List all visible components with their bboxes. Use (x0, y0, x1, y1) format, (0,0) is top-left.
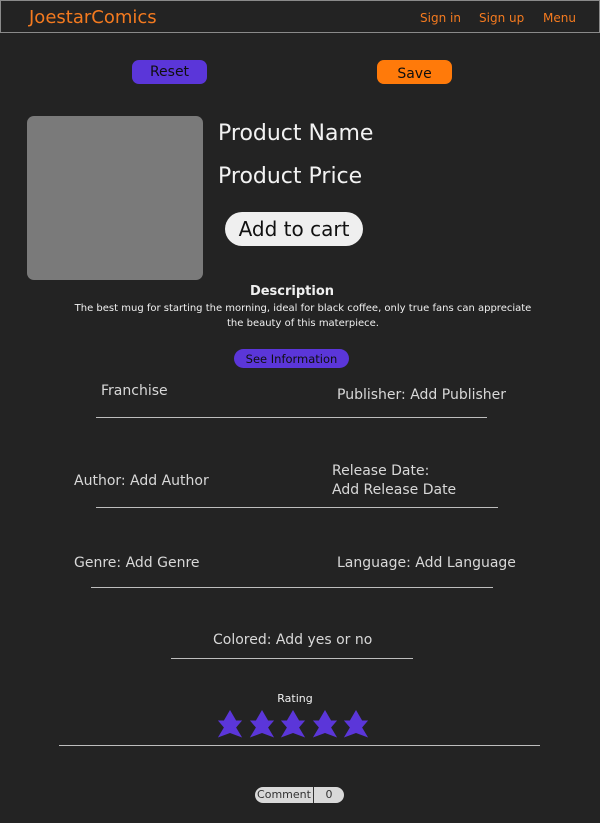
top-navbar: JoestarComics Sign in Sign up Menu (0, 0, 600, 33)
language-field[interactable]: Language: Add Language (337, 555, 516, 571)
release-date-field[interactable]: Add Release Date (332, 482, 456, 498)
comment-label: Comment (255, 787, 314, 803)
divider-line (59, 745, 540, 746)
description-title: Description (249, 284, 335, 299)
star-icon[interactable] (341, 709, 371, 739)
star-icon[interactable] (310, 709, 340, 739)
comment-button[interactable]: Comment 0 (255, 787, 344, 803)
divider-line (91, 587, 493, 588)
star-icon[interactable] (247, 709, 277, 739)
product-image-placeholder (27, 116, 203, 280)
star-icon[interactable] (278, 709, 308, 739)
comment-count: 0 (325, 788, 333, 801)
add-to-cart-button[interactable]: Add to cart (225, 212, 363, 246)
star-icon[interactable] (215, 709, 245, 739)
rating-label: Rating (277, 692, 313, 705)
genre-field[interactable]: Genre: Add Genre (74, 555, 200, 571)
reset-button[interactable]: Reset (132, 60, 207, 84)
sign-up-link[interactable]: Sign up (479, 11, 524, 25)
divider-line (96, 417, 487, 418)
save-button[interactable]: Save (377, 60, 452, 84)
divider-line (171, 658, 413, 659)
see-information-button[interactable]: See Information (234, 349, 349, 368)
divider-line (96, 507, 498, 508)
product-price: Product Price (218, 164, 363, 189)
colored-field[interactable]: Colored: Add yes or no (213, 632, 372, 648)
menu-link[interactable]: Menu (543, 11, 576, 25)
author-field[interactable]: Author: Add Author (74, 473, 209, 489)
description-text: The best mug for starting the morning, i… (74, 303, 532, 329)
sign-in-link[interactable]: Sign in (420, 11, 461, 25)
brand-logo-text[interactable]: JoestarComics (29, 7, 157, 28)
franchise-field[interactable]: Franchise (101, 383, 168, 399)
product-name: Product Name (218, 121, 374, 146)
publisher-field[interactable]: Publisher: Add Publisher (337, 387, 506, 403)
rating-stars[interactable] (215, 709, 371, 741)
release-date-label: Release Date: (332, 463, 430, 479)
